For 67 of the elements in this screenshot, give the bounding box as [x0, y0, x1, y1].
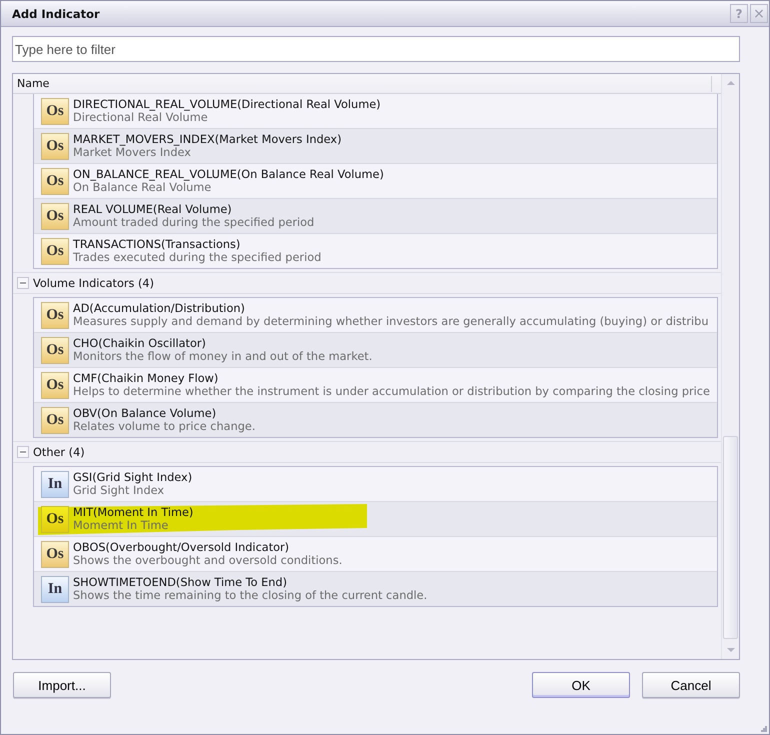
indicator-name: OBV(On Balance Volume) — [73, 407, 218, 420]
type-badge: In — [41, 576, 69, 602]
indicator-row[interactable]: Os AD(Accumulation/Distribution) Measures supply and demand by determining whether investors are generally accumulating (buying) or distribu — [34, 298, 717, 332]
resize-grip-icon[interactable] — [761, 726, 767, 732]
indicator-name: DIRECTIONAL_REAL_VOLUME(Directional Real Volume) — [73, 98, 381, 111]
indicator-description: Grid Sight Index — [73, 484, 166, 497]
collapse-icon[interactable] — [17, 446, 29, 458]
group-header[interactable]: Other (4) — [13, 441, 721, 463]
indicator-description: Monitors the flow of money in and out of the market. — [73, 350, 372, 363]
filter-field[interactable]: Type here to filter — [12, 36, 740, 62]
indicator-row[interactable]: Os OBOS(Overbought/Oversold Indicator) Shows the overbought and oversold conditions. — [34, 536, 717, 571]
scrollbar[interactable] — [721, 74, 739, 659]
indicator-description: Helps to determine whether the instrument is under accumulation or distribution by comparing the closing price — [73, 385, 710, 398]
indicator-name: AD(Accumulation/Distribution) — [73, 302, 246, 315]
indicator-description: Momemt In Time — [73, 519, 170, 532]
indicator-name: MIT(Moment In Time) — [73, 506, 194, 519]
type-badge: Os — [41, 98, 69, 124]
indicator-row[interactable]: Os DIRECTIONAL_REAL_VOLUME(Directional Real Volume) Directional Real Volume — [34, 94, 717, 128]
type-badge: Os — [41, 238, 69, 264]
type-badge: Os — [41, 132, 69, 160]
indicator-description: Shows the time remaining to the closing of the current candle. — [73, 589, 428, 602]
indicator-name: MARKET_MOVERS_INDEX(Market Movers Index) — [73, 133, 342, 146]
collapse-icon[interactable] — [17, 277, 29, 289]
indicator-description: Amount traded during the specified period — [73, 216, 314, 229]
scrollbar-thumb[interactable] — [723, 436, 738, 639]
arrow-up-icon — [726, 81, 734, 85]
indicator-description: Directional Real Volume — [73, 111, 209, 124]
type-badge: Os — [41, 302, 69, 328]
indicator-name: SHOWTIMETOEND(Show Time To End) — [73, 576, 288, 589]
indicator-row[interactable]: Os TRANSACTIONS(Transactions) Trades executed during the specified period — [34, 233, 717, 268]
indicator-name: TRANSACTIONS(Transactions) — [73, 238, 242, 251]
dialog-button[interactable]: Cancel — [642, 672, 740, 698]
indicator-row[interactable]: Os MARKET_MOVERS_INDEX(Market Movers Index) Market Movers Index — [34, 128, 717, 163]
indicator-name: CHO(Chaikin Oscillator) — [73, 337, 207, 350]
type-badge: Os — [41, 372, 69, 398]
window-title: Add Indicator — [12, 6, 101, 20]
group-label: Volume Indicators (4) — [33, 276, 154, 290]
type-badge: Os — [41, 336, 69, 364]
indicator-row[interactable]: Os CMF(Chaikin Money Flow) Helps to determine whether the instrument is under accumulation or distribution by comparing the closing price — [34, 367, 717, 402]
indicator-description: Shows the overbought and oversold conditions. — [73, 554, 342, 567]
indicator-description: Market Movers Index — [73, 146, 192, 159]
dialog-button[interactable]: OK — [532, 672, 630, 698]
indicator-description: On Balance Real Volume — [73, 181, 212, 194]
type-badge: Os — [41, 202, 69, 230]
indicator-row[interactable]: Os CHO(Chaikin Oscillator) Monitors the flow of money in and out of the market. — [34, 332, 717, 367]
indicator-row[interactable]: Os ON_BALANCE_REAL_VOLUME(On Balance Real Volume) On Balance Real Volume — [34, 163, 717, 198]
indicator-row[interactable]: Os OBV(On Balance Volume) Relates volume to price change. — [34, 402, 717, 437]
type-badge: Os — [41, 168, 69, 194]
indicator-row[interactable]: Os REAL VOLUME(Real Volume) Amount traded during the specified period — [34, 198, 717, 233]
indicator-name: CMF(Chaikin Money Flow) — [73, 372, 220, 385]
indicator-name: OBOS(Overbought/Oversold Indicator) — [73, 541, 290, 554]
arrow-down-icon — [726, 648, 734, 652]
indicator-description: Trades executed during the specified period — [73, 251, 322, 264]
indicator-name: GSI(Grid Sight Index) — [73, 471, 192, 484]
type-badge: Os — [41, 540, 69, 568]
indicator-row[interactable]: In SHOWTIMETOEND(Show Time To End) Shows the time remaining to the closing of the current candle. — [34, 571, 717, 606]
type-badge: In — [41, 470, 69, 498]
column-header[interactable]: Name — [13, 74, 721, 94]
group-label: Other (4) — [33, 446, 85, 458]
indicator-description: Measures supply and demand by determining whether investors are generally accumulating (buying) or distribu — [73, 315, 708, 328]
type-badge: Os — [41, 406, 69, 434]
indicator-name: REAL VOLUME(Real Volume) — [73, 203, 233, 216]
type-badge: Os — [41, 506, 69, 532]
dialog-button[interactable]: Import... — [13, 672, 111, 698]
group-header[interactable]: Volume Indicators (4) — [13, 272, 721, 294]
indicator-description: Relates volume to price change. — [73, 420, 256, 433]
indicator-name: ON_BALANCE_REAL_VOLUME(On Balance Real Volume) — [73, 168, 384, 181]
